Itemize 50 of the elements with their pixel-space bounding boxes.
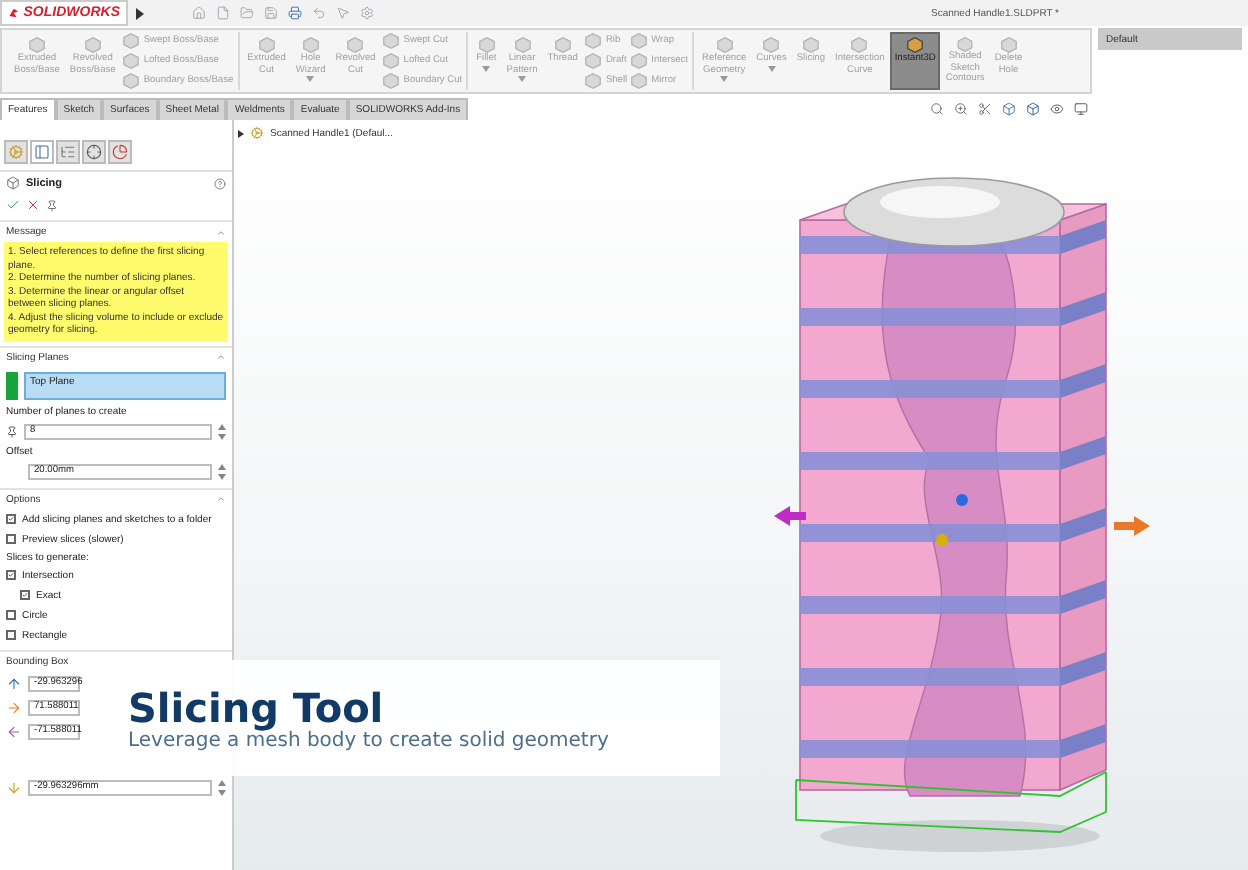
help-icon[interactable]	[214, 177, 226, 189]
checkbox[interactable]	[6, 534, 16, 544]
checkbox[interactable]	[20, 590, 30, 600]
banner-title: Slicing Tool	[128, 685, 386, 729]
checkbox[interactable]	[6, 630, 16, 640]
checkbox[interactable]	[6, 570, 16, 580]
spinner-icon[interactable]	[218, 463, 226, 479]
left-arrow-icon	[6, 723, 22, 739]
checkbox[interactable]	[6, 610, 16, 620]
printer-icon[interactable]	[288, 6, 302, 20]
pin-icon	[6, 425, 18, 437]
logo-icon	[8, 6, 20, 20]
spinner-icon[interactable]	[218, 423, 226, 439]
search-icon[interactable]	[930, 101, 944, 115]
down-arrow-icon	[6, 779, 22, 795]
banner-subtitle: Leverage a mesh body to create solid geometry	[128, 729, 611, 751]
panel-tab[interactable]	[30, 140, 54, 164]
tree-icon	[60, 144, 76, 160]
panel-tab[interactable]	[82, 140, 106, 164]
check-icon[interactable]	[6, 198, 20, 212]
spinner-icon[interactable]	[218, 779, 226, 795]
collapse-icon[interactable]	[216, 227, 226, 237]
caret-icon	[720, 76, 729, 83]
checkbox[interactable]	[6, 514, 16, 524]
pie-icon	[112, 144, 128, 160]
caret-icon	[482, 65, 491, 72]
up-arrow-icon	[6, 675, 22, 691]
collapse-icon[interactable]	[216, 494, 226, 504]
settings-icon[interactable]	[360, 6, 374, 20]
crosshair-icon	[86, 144, 102, 160]
expand-arrow-icon[interactable]	[238, 129, 244, 137]
gear-icon	[250, 126, 264, 140]
caret-right-icon[interactable]	[136, 7, 144, 19]
monitor-icon[interactable]	[1074, 101, 1088, 115]
right-arrow-icon	[6, 699, 22, 715]
color-swatch	[6, 371, 18, 399]
gear-icon	[8, 144, 24, 160]
caret-icon	[306, 76, 315, 83]
panel-tab[interactable]	[108, 140, 132, 164]
caret-icon	[767, 65, 776, 72]
eye-icon[interactable]	[1050, 101, 1064, 115]
panel-tab[interactable]	[56, 140, 80, 164]
zoom-icon[interactable]	[954, 101, 968, 115]
panel-icon	[34, 144, 50, 160]
folder-icon[interactable]	[240, 6, 254, 20]
collapse-icon[interactable]	[216, 352, 226, 362]
caret-icon	[518, 76, 526, 83]
scissors-icon[interactable]	[978, 101, 992, 115]
close-icon[interactable]	[26, 198, 40, 212]
pin-icon[interactable]	[46, 199, 58, 211]
